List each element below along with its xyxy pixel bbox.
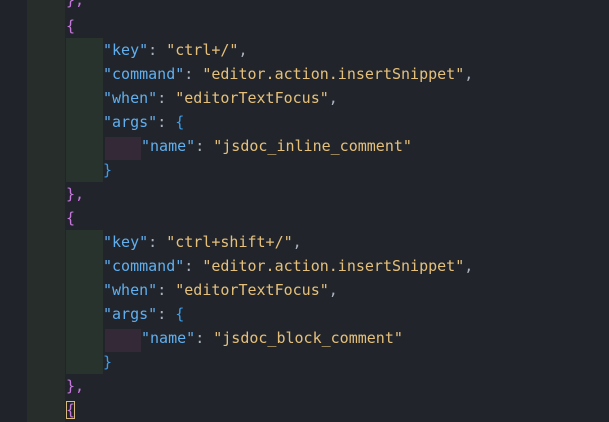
code-line[interactable]: "key": "ctrl+shift+/", bbox=[103, 230, 302, 254]
code-token: { bbox=[66, 209, 76, 227]
code-token: "ctrl+shift+/" bbox=[166, 233, 293, 251]
code-token: "args" bbox=[103, 305, 158, 323]
code-token: }, bbox=[66, 0, 85, 9]
indent-highlight-args-1 bbox=[105, 137, 141, 160]
indent-highlight-args-2 bbox=[105, 329, 141, 352]
code-token: "ctrl+/" bbox=[166, 41, 239, 59]
code-token: "key" bbox=[103, 233, 149, 251]
code-token: "args" bbox=[103, 113, 158, 131]
code-line[interactable]: "args": { bbox=[103, 302, 184, 326]
code-token: { bbox=[175, 113, 185, 131]
code-token: } bbox=[103, 353, 113, 371]
code-token: { bbox=[175, 305, 185, 323]
code-token: "command" bbox=[103, 65, 185, 83]
code-token: , bbox=[328, 281, 338, 299]
code-token: "when" bbox=[103, 281, 158, 299]
code-token: { bbox=[66, 17, 76, 35]
code-token: : bbox=[157, 305, 176, 323]
code-token: "editor.action.insertSnippet" bbox=[202, 65, 465, 83]
code-token: "editorTextFocus" bbox=[175, 281, 329, 299]
code-token: : bbox=[184, 65, 203, 83]
code-line[interactable]: { bbox=[66, 14, 75, 38]
code-line[interactable]: "name": "jsdoc_block_comment" bbox=[141, 326, 403, 350]
editor-gutter bbox=[0, 0, 27, 422]
code-token: "editor.action.insertSnippet" bbox=[202, 257, 465, 275]
indent-guide-band bbox=[27, 0, 65, 422]
code-editor[interactable]: },{"key": "ctrl+/", "command": "editor.ac… bbox=[0, 0, 609, 422]
indent-highlight-block-2 bbox=[66, 230, 103, 374]
indent-highlight-block-1 bbox=[66, 38, 103, 182]
code-token: , bbox=[328, 89, 338, 107]
code-line[interactable]: "when": "editorTextFocus", bbox=[103, 86, 338, 110]
code-token: { bbox=[66, 401, 76, 419]
code-token: "jsdoc_inline_comment" bbox=[213, 137, 412, 155]
code-line[interactable]: "args": { bbox=[103, 110, 184, 134]
code-token: : bbox=[157, 89, 176, 107]
code-line[interactable]: }, bbox=[66, 182, 84, 206]
code-token: : bbox=[157, 281, 176, 299]
code-token: "command" bbox=[103, 257, 185, 275]
code-line[interactable]: "command": "editor.action.insertSnippet"… bbox=[103, 254, 473, 278]
code-token: "when" bbox=[103, 89, 158, 107]
code-token: } bbox=[103, 161, 113, 179]
code-line[interactable]: "command": "editor.action.insertSnippet"… bbox=[103, 62, 473, 86]
code-token: , bbox=[464, 257, 474, 275]
code-line[interactable]: }, bbox=[66, 0, 84, 12]
code-token: "name" bbox=[141, 137, 196, 155]
code-token: "name" bbox=[141, 329, 196, 347]
code-token: "jsdoc_block_comment" bbox=[213, 329, 403, 347]
code-token: "key" bbox=[103, 41, 149, 59]
code-line[interactable]: }, bbox=[66, 374, 84, 398]
code-token: , bbox=[464, 65, 474, 83]
code-token: }, bbox=[66, 377, 85, 395]
code-line[interactable]: } bbox=[103, 350, 112, 374]
code-line[interactable]: "when": "editorTextFocus", bbox=[103, 278, 338, 302]
code-token: }, bbox=[66, 185, 85, 203]
code-token: : bbox=[148, 41, 167, 59]
code-token: , bbox=[292, 233, 302, 251]
code-token: : bbox=[195, 329, 214, 347]
code-token: , bbox=[238, 41, 248, 59]
code-token: "editorTextFocus" bbox=[175, 89, 329, 107]
code-line[interactable]: { bbox=[66, 206, 75, 230]
code-token: : bbox=[195, 137, 214, 155]
code-line[interactable]: "name": "jsdoc_inline_comment" bbox=[141, 134, 412, 158]
code-line[interactable]: "key": "ctrl+/", bbox=[103, 38, 248, 62]
code-token: : bbox=[184, 257, 203, 275]
code-line[interactable]: { bbox=[66, 398, 76, 422]
code-token: : bbox=[148, 233, 167, 251]
code-token: : bbox=[157, 113, 176, 131]
code-line[interactable]: } bbox=[103, 158, 112, 182]
